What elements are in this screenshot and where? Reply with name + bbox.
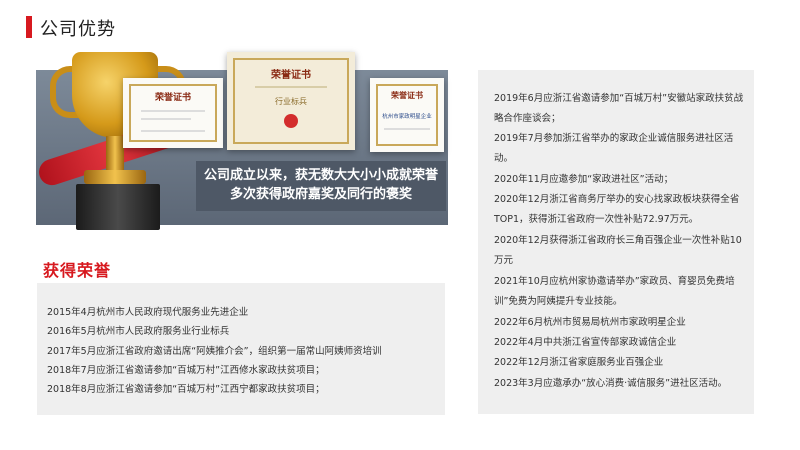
list-item: 2022年12月浙江省家庭服务业百强企业 <box>494 357 664 368</box>
certificate-3-tag: 杭州市家政明星企业 <box>382 114 432 120</box>
hero-caption: 公司成立以来，获无数大大小小成就荣誉 多次获得政府嘉奖及同行的褒奖 <box>196 161 446 211</box>
list-item: 2015年4月杭州市人民政府现代服务业先进企业 <box>47 307 249 318</box>
certificate-seal <box>284 114 298 128</box>
certificate-3: 荣誉证书 杭州市家政明星企业 <box>370 78 444 152</box>
certificate-2-tag: 行业标兵 <box>275 97 307 106</box>
honors-list-right: 2019年6月应浙江省邀请参加“百城万村”安徽站家政扶贫战略合作座谈会； 201… <box>478 70 754 414</box>
hero-caption-line-2: 多次获得政府嘉奖及同行的褒奖 <box>229 187 412 202</box>
trophy-stem <box>106 136 124 172</box>
hero-caption-line-1: 公司成立以来，获无数大大小小成就荣誉 <box>203 168 438 183</box>
certificate-1-title: 荣誉证书 <box>154 93 191 103</box>
list-item: 2022年4月中共浙江省宣传部家政诚信企业 <box>494 337 677 348</box>
certificate-3-title: 荣誉证书 <box>391 90 423 100</box>
list-item: 2016年5月杭州市人民政府服务业行业标兵 <box>47 326 230 337</box>
list-item: 2023年3月应邀承办“放心消费·诚信服务”进社区活动。 <box>494 378 728 389</box>
list-item: 2020年12月获得浙江省政府长三角百强企业一次性补贴10万元 <box>494 235 742 266</box>
trophy-base <box>76 184 160 230</box>
certificate-1: 荣誉证书 <box>123 78 223 148</box>
trophy-base-top <box>84 170 146 184</box>
list-item: 2020年12月浙江省商务厅举办的安心找家政板块获得全省TOP1，获得浙江省政府… <box>494 194 740 225</box>
certificate-2-title: 荣誉证书 <box>271 70 311 81</box>
honors-heading: 获得荣誉 <box>43 261 112 280</box>
list-item: 2019年6月应浙江省邀请参加“百城万村”安徽站家政扶贫战略合作座谈会； <box>494 93 744 124</box>
list-item: 2019年7月参加浙江省举办的家政企业诚信服务进社区活动。 <box>494 133 734 164</box>
list-item: 2018年7月应浙江省邀请参加“百城万村”江西修水家政扶贫项目； <box>47 365 325 376</box>
list-item: 2020年11月应邀参加“家政进社区”活动； <box>494 174 674 185</box>
list-item: 2022年6月杭州市贸易局杭州市家政明星企业 <box>494 317 686 328</box>
list-item: 2021年10月应杭州家协邀请举办”家政员、育婴员免费培训”免费为阿姨提升专业技… <box>494 276 735 307</box>
title-accent-bar <box>26 16 32 38</box>
list-item: 2018年8月应浙江省邀请参加“百城万村”江西宁都家政扶贫项目； <box>47 384 325 395</box>
list-item: 2017年5月应浙江省政府邀请出席“阿姨推介会”，组织第一届常山阿姨师资培训 <box>47 346 382 357</box>
certificate-2: 荣誉证书 行业标兵 <box>227 52 355 150</box>
honors-list-left: 2015年4月杭州市人民政府现代服务业先进企业 2016年5月杭州市人民政府服务… <box>37 283 445 415</box>
page-title: 公司优势 <box>40 19 116 40</box>
